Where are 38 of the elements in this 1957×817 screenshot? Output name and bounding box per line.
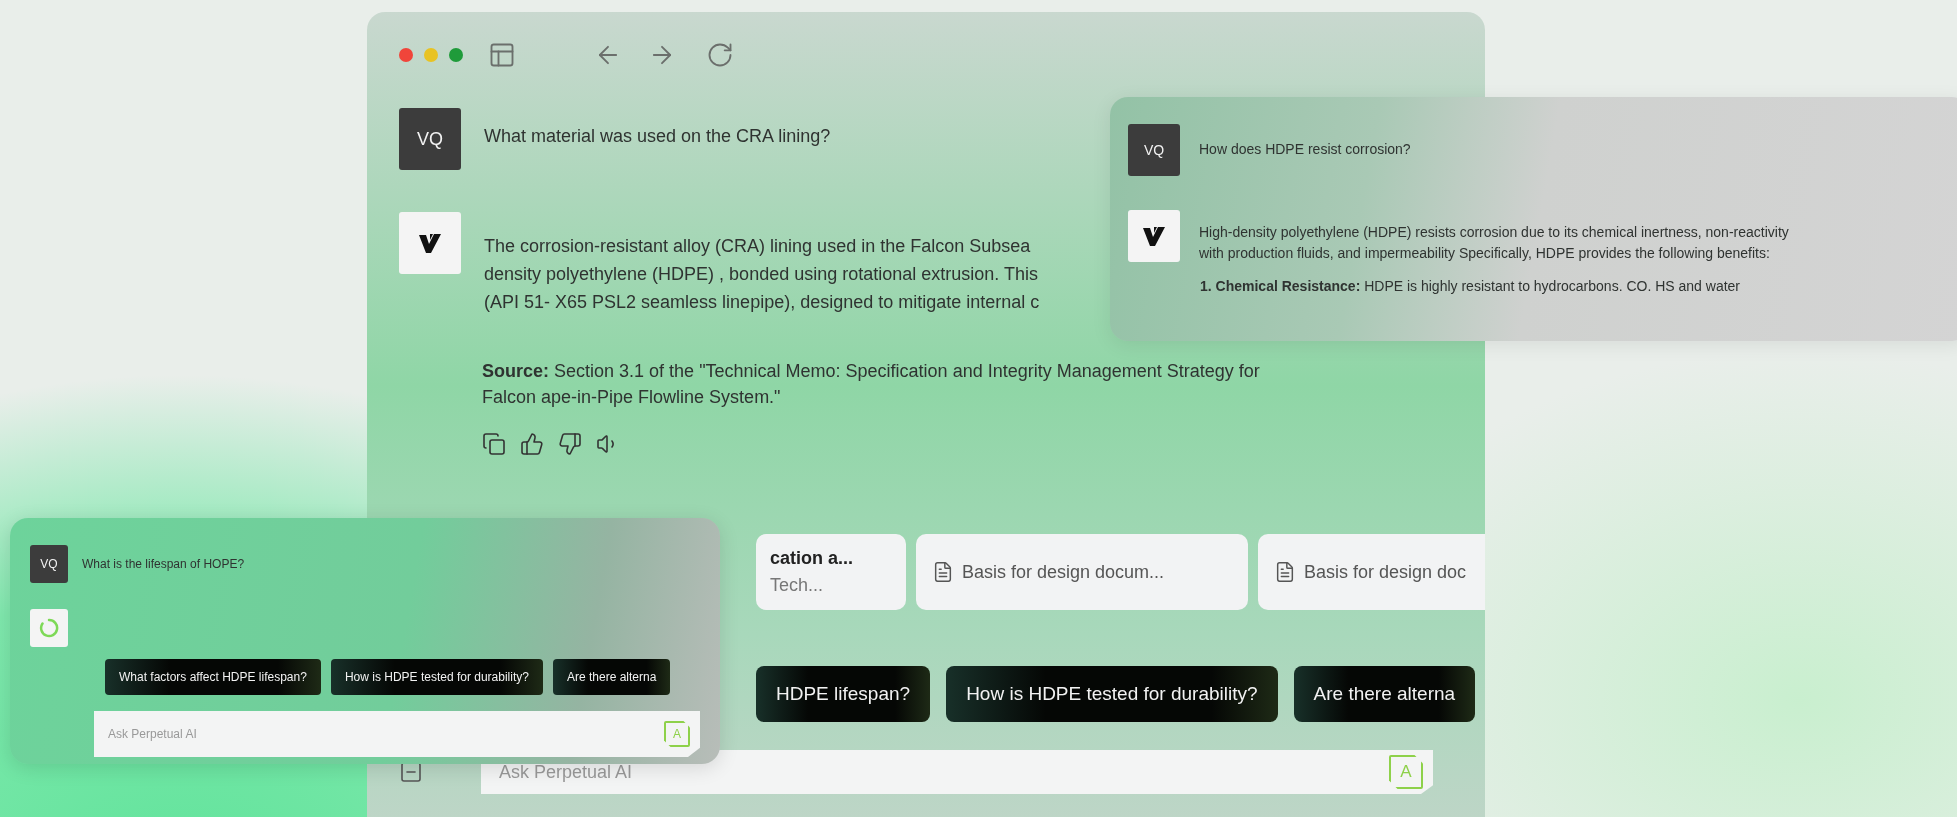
suggestion-chip[interactable]: How is HDPE tested for durability? — [946, 666, 1278, 722]
logo-icon — [418, 232, 442, 254]
document-card[interactable]: Basis for design docum... — [916, 534, 1248, 610]
close-dot[interactable] — [399, 48, 413, 62]
suggestion-chip[interactable]: How is HDPE tested for durability? — [330, 659, 543, 695]
thumbs-down-icon[interactable] — [558, 432, 582, 456]
suggestion-chip[interactable]: HDPE lifespan? — [756, 666, 931, 722]
document-title: Basis for design doc — [1304, 561, 1467, 583]
question-text: What is the lifespan of HOPE? — [82, 556, 245, 571]
suggestion-chip[interactable]: What factors affect HDPE lifespan? — [105, 659, 321, 695]
answer-text: The corrosion-resistant alloy (CRA) lining used in the Falcon Subsea density polyethylene (HDPE) , bonded using rotational extrusion. This (API 51- X65 PSL2 seamless linepipe), designed to mitigate internal c — [484, 235, 1040, 314]
maximize-dot[interactable] — [449, 48, 463, 62]
user-avatar: VQ — [1128, 124, 1180, 176]
chat-input[interactable]: Ask Perpetual AI — [497, 760, 1389, 784]
user-avatar: VQ — [399, 108, 461, 170]
answer-text: High-density polyethylene (HDPE) resists corrosion due to its chemical inertness, non-reactivity with production fluids, and impermeability Specifically, HDPE provides the following benefits: — [1199, 223, 1790, 263]
document-card[interactable]: Basis for design doc — [1258, 534, 1485, 610]
minimize-dot[interactable] — [424, 48, 438, 62]
document-subtitle: Tech... — [770, 575, 825, 596]
chat-input[interactable]: Ask Perpetual AI — [106, 726, 664, 742]
pdf-file-icon — [1274, 561, 1296, 583]
question-text: What material was used on the CRA lining? — [484, 125, 831, 147]
suggestion-chip[interactable]: Are there alterna — [552, 659, 671, 695]
suggestion-chip[interactable]: Are there alterna — [1293, 666, 1476, 722]
document-title: Basis for design docum... — [962, 561, 1165, 583]
reload-icon[interactable] — [706, 41, 734, 69]
copy-icon[interactable] — [482, 432, 506, 456]
logo-icon — [1142, 225, 1166, 247]
source-text: Source: Section 3.1 of the "Technical Memo: Specification and Integrity Management Strategy for Falcon ape-in-Pipe Flowline System." — [482, 360, 1261, 409]
question-text: How does HDPE resist corrosion? — [1199, 140, 1411, 157]
thumbs-up-icon[interactable] — [520, 432, 544, 456]
loading-spinner-icon — [39, 618, 59, 638]
document-card[interactable]: cation a... Tech... — [756, 534, 906, 610]
document-title: cation a... — [770, 548, 854, 569]
sidebar-layout-icon[interactable] — [488, 41, 516, 69]
pdf-file-icon — [932, 561, 954, 583]
list-item-text: 1. Chemical Resistance: HDPE is highly resistant to hydrocarbons. CO. HS and water — [1200, 278, 1741, 294]
user-avatar: VQ — [30, 545, 68, 583]
